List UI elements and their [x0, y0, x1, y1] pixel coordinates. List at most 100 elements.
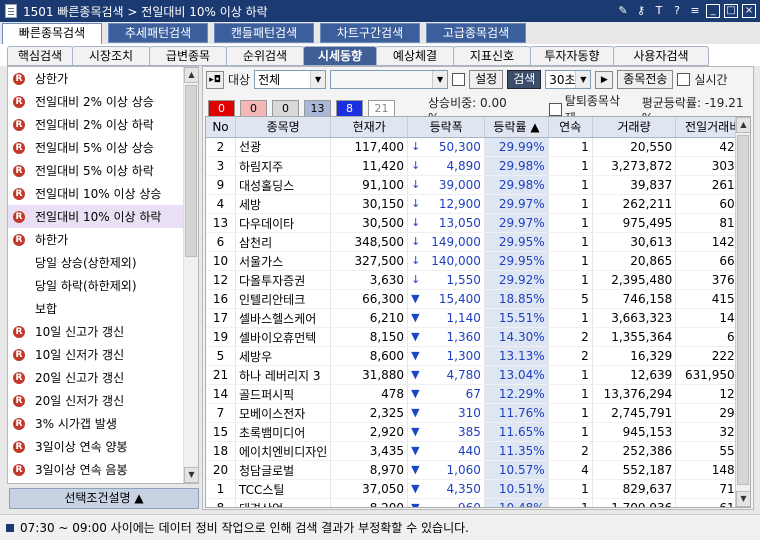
column-header[interactable]: 연속 — [548, 117, 593, 138]
maximize-icon[interactable]: □ — [724, 3, 738, 18]
table-row[interactable]: 15 초록뱀미디어 2,920 ▼ 385 11.65% 1 945,153 32% — [206, 422, 750, 442]
tab-volatile[interactable]: 급변종목 — [149, 46, 227, 66]
condition-item[interactable]: R 20일 신저가 갱신 — [8, 389, 198, 412]
next-icon[interactable]: ▶ — [595, 70, 614, 89]
chevron-down-icon: ▼ — [575, 71, 591, 88]
table-row[interactable]: 5 세방우 8,600 ▼ 1,300 13.13% 2 16,329 222% — [206, 346, 750, 366]
exclude-checkbox[interactable] — [549, 102, 562, 116]
condition-item[interactable]: 당일 하락(하한제외) — [8, 274, 198, 297]
condition-item[interactable]: R 전일대비 5% 이상 상승 — [8, 136, 198, 159]
table-row[interactable]: 9 대성홀딩스 91,100 ↓ 39,000 29.98% 1 39,837 261% — [206, 175, 750, 195]
target-select[interactable]: 전체 ▼ — [254, 70, 327, 89]
condition-item[interactable]: R 전일대비 2% 이상 상승 — [8, 90, 198, 113]
condition-item[interactable]: R 10일 신고가 갱신 — [8, 320, 198, 343]
table-row[interactable]: 8태경산업8,200▼96010.48%11,709,93661% — [206, 498, 750, 507]
table-row[interactable]: 17 셀바스헬스케어 6,210 ▼ 1,140 15.51% 1 3,663,323 14% — [206, 308, 750, 328]
tab-core-search[interactable]: 핵심검색 — [7, 46, 73, 66]
table-row[interactable]: 21 하나 레버리지 3 31,880 ▼ 4,780 13.04% 1 12,639 631,… — [206, 365, 750, 385]
condition-select[interactable]: ▼ — [330, 70, 449, 89]
table-row[interactable]: 16 인텔리안테크 66,300 ▼ 15,400 18.85% 5 746,158 415% — [206, 289, 750, 309]
menu-icon[interactable]: ≡ — [688, 3, 702, 18]
condition-item[interactable]: R 전일대비 10% 이상 상승 — [8, 182, 198, 205]
cell-no: 20 — [206, 460, 236, 480]
table-row[interactable]: 19셀바이오휴먼텍8,150▼1,36014.30%21,355,3646% — [206, 327, 750, 347]
scroll-up-icon[interactable]: ▲ — [184, 67, 199, 83]
condition-item[interactable]: R 전일대비 10% 이상 하락 — [8, 205, 198, 228]
setting-button[interactable]: 설정 — [469, 70, 504, 89]
condition-item[interactable]: 보합 — [8, 297, 198, 320]
cell-rate: 11.65% — [484, 422, 549, 442]
tab-expected[interactable]: 예상체결 — [376, 46, 454, 66]
tab-market-action[interactable]: 시장조치 — [72, 46, 150, 66]
table-row[interactable]: 13 다우데이타 30,500 ↓ 13,050 29.97% 1 975,495 81% — [206, 213, 750, 233]
cell-no: 16 — [206, 289, 236, 309]
scroll-down-icon[interactable]: ▼ — [184, 467, 199, 483]
help-icon[interactable]: ? — [670, 3, 684, 18]
send-stocks-button[interactable]: 종목전송 — [617, 70, 674, 89]
text-icon[interactable]: T — [652, 3, 666, 18]
play-icon[interactable]: ▸◘ — [206, 70, 224, 89]
tab-ranking[interactable]: 순위검색 — [226, 46, 304, 66]
column-header[interactable]: 종목명 — [235, 117, 332, 138]
cell-name: 청담글로벌 — [235, 460, 332, 480]
column-header[interactable]: 등락폭 — [407, 117, 486, 138]
table-row[interactable]: 10 서울가스 327,500 ↓ 140,000 29.95% 1 20,865 66% — [206, 251, 750, 271]
scroll-down-icon[interactable]: ▼ — [736, 491, 750, 507]
cell-change: ↓ 13,050 — [408, 213, 485, 233]
condition-item[interactable]: R 전일대비 5% 이상 하락 — [8, 159, 198, 182]
scroll-thumb[interactable] — [185, 85, 197, 257]
condition-scrollbar[interactable]: ▲ ▼ — [183, 67, 199, 483]
column-header[interactable]: No — [206, 117, 236, 138]
condition-item[interactable]: R 하한가 — [8, 228, 198, 251]
condition-item[interactable]: 당일 상승(상한제외) — [8, 251, 198, 274]
column-header[interactable]: 거래량 — [592, 117, 677, 138]
table-row[interactable]: 2 선광 117,400 ↓ 50,300 29.99% 1 20,550 42% — [206, 137, 750, 157]
tab-candle-pattern[interactable]: 캔들패턴검색 — [214, 23, 314, 43]
table-row[interactable]: 12 다올투자증권 3,630 ↓ 1,550 29.92% 1 2,395,480 376% — [206, 270, 750, 290]
table-row[interactable]: 14 골드퍼시픽 478 ▼ 67 12.29% 1 13,376,294 12% — [206, 384, 750, 404]
lock-icon[interactable]: ⚷ — [634, 3, 648, 18]
column-header[interactable]: 등락률 ▲ — [484, 117, 549, 138]
minimize-icon[interactable]: _ — [706, 3, 720, 18]
cell-no: 21 — [206, 365, 236, 385]
table-row[interactable]: 20 청담글로벌 8,970 ▼ 1,060 10.57% 4 552,187 148% — [206, 460, 750, 480]
table-row[interactable]: 4 세방 30,150 ↓ 12,900 29.97% 1 262,211 60% — [206, 194, 750, 214]
condition-item[interactable]: R 10일 신저가 갱신 — [8, 343, 198, 366]
table-row[interactable]: 7 모베이스전자 2,325 ▼ 310 11.76% 1 2,745,791 29% — [206, 403, 750, 423]
interval-select[interactable]: 30초 ▼ — [545, 70, 592, 89]
cell-name: 셀바이오휴먼텍 — [235, 327, 332, 347]
table-row[interactable]: 3 하림지주 11,420 ↓ 4,890 29.98% 1 3,273,872 303% — [206, 156, 750, 176]
close-icon[interactable]: × — [742, 3, 756, 18]
condition-item[interactable]: R 3일이상 연속 양봉 — [8, 435, 198, 458]
condition-item[interactable]: R 상한가 — [8, 67, 198, 90]
cell-name: 인텔리안테크 — [235, 289, 332, 309]
target-value: 전체 — [258, 73, 281, 87]
cell-no: 17 — [206, 308, 236, 328]
grid-scrollbar[interactable]: ▲ ▼ — [735, 117, 750, 507]
condition-explain-button[interactable]: 선택조건설명 ▲ — [9, 488, 199, 509]
column-header[interactable]: 현재가 — [330, 117, 409, 138]
condition-item[interactable]: R 3일이상 연속 음봉 — [8, 458, 198, 481]
tab-user-search[interactable]: 사용자검색 — [613, 46, 709, 66]
condition-item[interactable]: R 20일 신고가 갱신 — [8, 366, 198, 389]
option-checkbox[interactable] — [452, 73, 466, 86]
grid-scroll-thumb[interactable] — [737, 135, 749, 485]
tab-quick-search[interactable]: 빠른종목검색 — [2, 23, 102, 44]
link-icon[interactable]: ✎ — [616, 3, 630, 18]
tab-trend-pattern[interactable]: 추세패턴검색 — [108, 23, 208, 43]
search-button[interactable]: 검색 — [507, 70, 542, 89]
table-row[interactable]: 18 에이치엔비디자인 3,435 ▼ 440 11.35% 2 252,386 55% — [206, 441, 750, 461]
tab-investor[interactable]: 투자자동향 — [530, 46, 614, 66]
scroll-up-icon[interactable]: ▲ — [736, 117, 750, 133]
condition-item-label: 전일대비 2% 이상 하락 — [35, 118, 154, 132]
tab-advanced-search[interactable]: 고급종목검색 — [426, 23, 526, 43]
tab-indicator[interactable]: 지표신호 — [453, 46, 531, 66]
realtime-checkbox[interactable] — [677, 73, 691, 86]
condition-item[interactable]: R 전일대비 2% 이상 하락 — [8, 113, 198, 136]
cell-rate: 29.98% — [484, 175, 549, 195]
table-row[interactable]: 1 TCC스틸 37,050 ▼ 4,350 10.51% 1 829,637 71% — [206, 479, 750, 499]
tab-chart-range[interactable]: 차트구간검색 — [320, 23, 420, 43]
tab-price-trend[interactable]: 시세동향 — [303, 46, 377, 66]
table-row[interactable]: 6 삼천리 348,500 ↓ 149,000 29.95% 1 30,613 142% — [206, 232, 750, 252]
condition-item[interactable]: R 3% 시가갭 발생 — [8, 412, 198, 435]
